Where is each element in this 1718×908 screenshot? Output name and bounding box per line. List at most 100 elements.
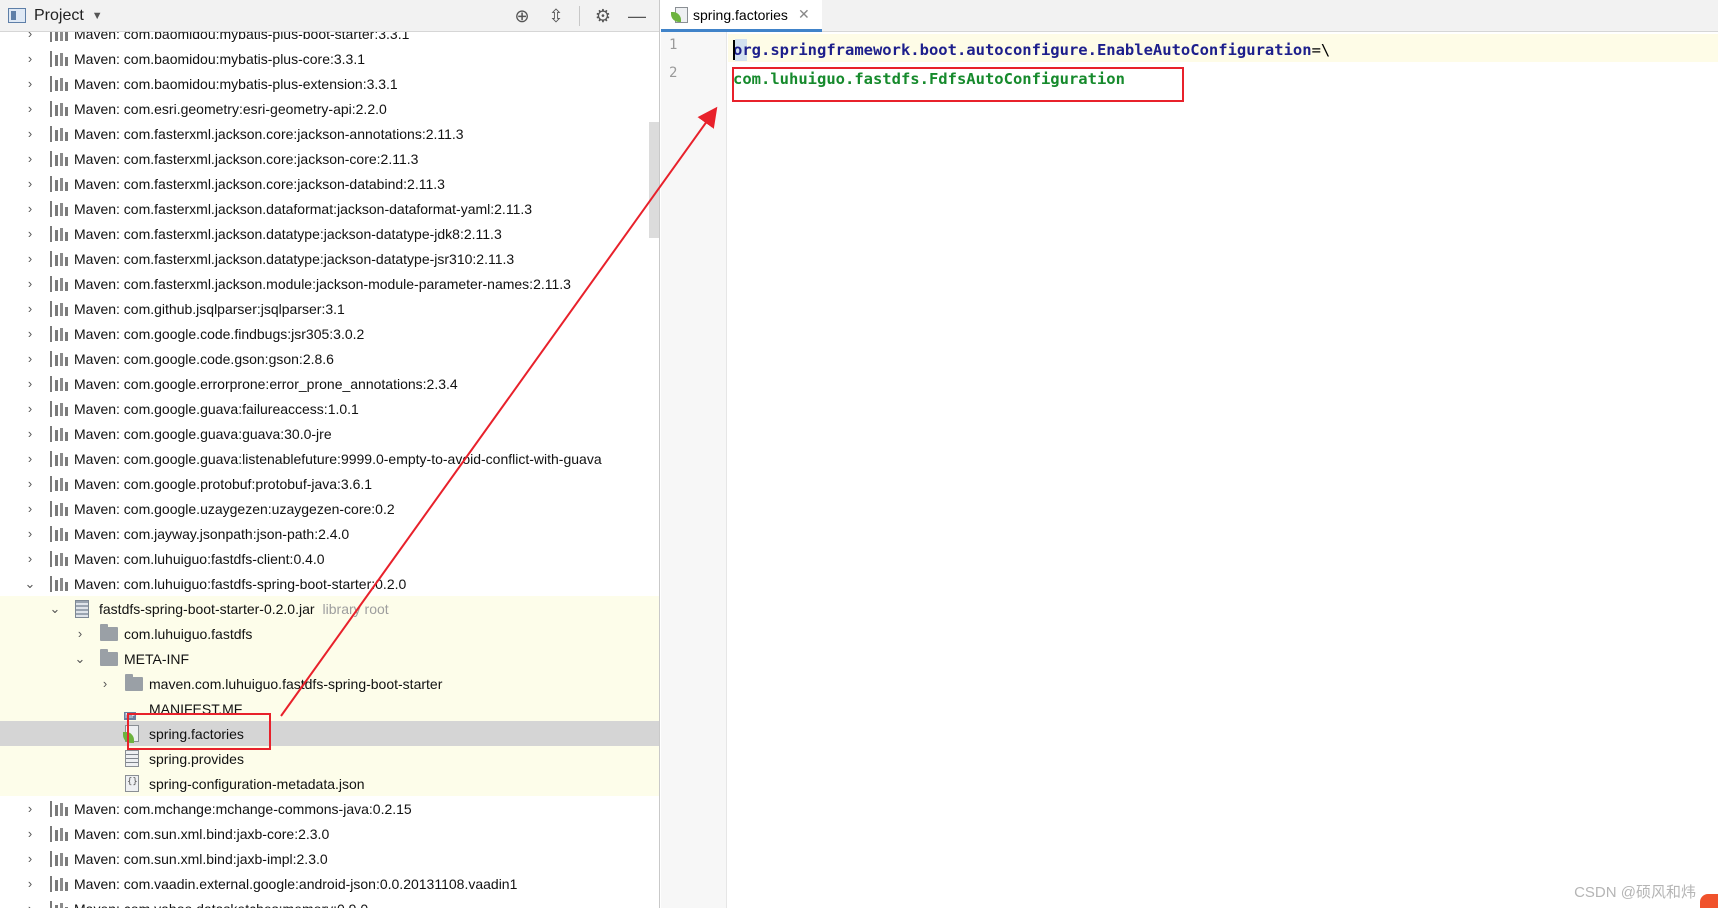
chevron-right-icon[interactable]: › <box>24 876 36 891</box>
tree-row-label: Maven: com.fasterxml.jackson.datatype:ja… <box>74 250 515 267</box>
chevron-right-icon[interactable]: › <box>24 326 36 341</box>
code-area[interactable] <box>728 32 1718 908</box>
tree-row[interactable]: › com.luhuiguo.fastdfs <box>0 621 659 646</box>
chevron-right-icon[interactable]: › <box>24 426 36 441</box>
library-icon <box>50 575 68 592</box>
property-key: org.springframework.boot.autoconfigure.E… <box>733 41 1312 59</box>
tree-row[interactable]: › Maven: com.jayway.jsonpath:json-path:2.… <box>0 521 659 546</box>
tree-row[interactable]: spring-configuration-metadata.json <box>0 771 659 796</box>
chevron-right-icon[interactable]: › <box>24 526 36 541</box>
tree-row[interactable]: MANIFEST.MF <box>0 696 659 721</box>
chevron-right-icon[interactable]: › <box>24 76 36 91</box>
tree-row[interactable]: › Maven: com.fasterxml.jackson.datatype:j… <box>0 221 659 246</box>
chevron-right-icon[interactable]: › <box>24 801 36 816</box>
tree-row[interactable]: › Maven: com.fasterxml.jackson.dataformat… <box>0 196 659 221</box>
tree-scrollbar-thumb[interactable] <box>649 122 659 238</box>
chevron-right-icon[interactable]: › <box>24 376 36 391</box>
chevron-right-icon[interactable]: › <box>24 301 36 316</box>
tree-row[interactable]: › Maven: com.google.guava:listenablefutur… <box>0 446 659 471</box>
tree-row[interactable]: › Maven: com.google.guava:failureaccess:1… <box>0 396 659 421</box>
library-icon <box>50 500 68 517</box>
tree-row[interactable]: › Maven: com.baomidou:mybatis-plus-extens… <box>0 71 659 96</box>
tree-row[interactable]: › Maven: com.fasterxml.jackson.datatype:j… <box>0 246 659 271</box>
project-view-selector[interactable]: Project <box>34 7 84 25</box>
tree-row[interactable]: › Maven: com.fasterxml.jackson.core:jacks… <box>0 121 659 146</box>
tree-row[interactable]: › Maven: com.google.code.gson:gson:2.8.6 <box>0 346 659 371</box>
chevron-down-icon[interactable]: ⌄ <box>24 576 36 591</box>
line-number-1: 1 <box>669 37 678 53</box>
line-number-2: 2 <box>669 65 678 81</box>
tree-row[interactable]: › Maven: com.luhuiguo:fastdfs-client:0.4.… <box>0 546 659 571</box>
tree-row[interactable]: › Maven: com.mchange:mchange-commons-java… <box>0 796 659 821</box>
hide-icon[interactable]: — <box>622 3 652 29</box>
chevron-right-icon[interactable]: › <box>24 351 36 366</box>
chevron-right-icon[interactable]: › <box>24 826 36 841</box>
chevron-right-icon[interactable]: › <box>24 176 36 191</box>
tree-row[interactable]: › Maven: com.fasterxml.jackson.core:jacks… <box>0 171 659 196</box>
chevron-right-icon[interactable]: › <box>99 676 111 691</box>
chevron-right-icon[interactable]: › <box>24 226 36 241</box>
tree-row[interactable]: › Maven: com.fasterxml.jackson.module:jac… <box>0 271 659 296</box>
tree-row[interactable]: › Maven: com.google.protobuf:protobuf-jav… <box>0 471 659 496</box>
chevron-down-icon[interactable]: ▼ <box>92 10 103 22</box>
chevron-right-icon[interactable]: › <box>24 851 36 866</box>
chevron-right-icon[interactable]: › <box>24 251 36 266</box>
tree-row[interactable]: › Maven: com.google.guava:guava:30.0-jre <box>0 421 659 446</box>
tab-spring-factories[interactable]: spring.factories ✕ <box>661 0 822 32</box>
chevron-right-icon[interactable]: › <box>24 201 36 216</box>
gear-icon[interactable]: ⚙ <box>588 3 618 29</box>
chevron-right-icon[interactable]: › <box>24 901 36 908</box>
tree-row[interactable]: › Maven: com.baomidou:mybatis-plus-boot-s… <box>0 32 659 46</box>
chevron-down-icon[interactable]: ⌄ <box>74 651 86 666</box>
close-icon[interactable]: ✕ <box>798 6 810 23</box>
library-icon <box>50 75 68 92</box>
locate-icon[interactable]: ⊕ <box>507 3 537 29</box>
tree-row[interactable]: › Maven: com.sun.xml.bind:jaxb-impl:2.3.0 <box>0 846 659 871</box>
chevron-right-icon[interactable]: › <box>24 151 36 166</box>
tree-row[interactable]: spring.factories <box>0 721 659 746</box>
library-icon <box>50 50 68 67</box>
tree-row[interactable]: › Maven: com.fasterxml.jackson.core:jacks… <box>0 146 659 171</box>
collapse-all-icon[interactable]: ⇳ <box>541 3 571 29</box>
tree-row[interactable]: › Maven: com.esri.geometry:esri-geometry-… <box>0 96 659 121</box>
library-icon <box>50 400 68 417</box>
chevron-right-icon[interactable]: › <box>24 51 36 66</box>
chevron-right-icon[interactable]: › <box>24 276 36 291</box>
tree-row-label: Maven: com.google.code.gson:gson:2.8.6 <box>74 350 334 367</box>
tree-row[interactable]: › Maven: com.github.jsqlparser:jsqlparser… <box>0 296 659 321</box>
chevron-right-icon[interactable]: › <box>74 626 86 641</box>
chevron-down-icon[interactable]: ⌄ <box>49 601 61 616</box>
tree-row[interactable]: › Maven: com.baomidou:mybatis-plus-core:3… <box>0 46 659 71</box>
code-line-1[interactable]: org.springframework.boot.autoconfigure.E… <box>733 41 1330 59</box>
chevron-right-icon[interactable]: › <box>24 126 36 141</box>
tree-row[interactable]: › Maven: com.google.errorprone:error_pron… <box>0 371 659 396</box>
tree-row[interactable]: › Maven: com.yahoo.datasketches:memory:0.… <box>0 896 659 908</box>
project-tree[interactable]: › Maven: com.baomidou:mybatis-plus-boot-s… <box>0 32 659 908</box>
chevron-right-icon[interactable]: › <box>24 551 36 566</box>
tree-row[interactable]: spring.provides <box>0 746 659 771</box>
tree-row[interactable]: › Maven: com.google.code.findbugs:jsr305:… <box>0 321 659 346</box>
tree-row[interactable]: ⌄ Maven: com.luhuiguo:fastdfs-spring-boot… <box>0 571 659 596</box>
corner-badge <box>1700 894 1718 908</box>
chevron-right-icon[interactable]: › <box>24 451 36 466</box>
tree-row[interactable]: › Maven: com.google.uzaygezen:uzaygezen-c… <box>0 496 659 521</box>
chevron-right-icon[interactable]: › <box>24 501 36 516</box>
chevron-right-icon[interactable]: › <box>24 476 36 491</box>
chevron-right-icon[interactable]: › <box>24 32 36 41</box>
library-root-hint: library root <box>322 600 389 617</box>
tree-row-label: Maven: com.google.guava:failureaccess:1.… <box>74 400 359 417</box>
chevron-right-icon[interactable]: › <box>24 101 36 116</box>
tree-row[interactable]: › maven.com.luhuiguo.fastdfs-spring-boot-… <box>0 671 659 696</box>
annotation-box-code <box>732 67 1184 102</box>
tree-row-label: spring-configuration-metadata.json <box>149 775 365 792</box>
tree-row[interactable]: ⌄ fastdfs-spring-boot-starter-0.2.0.jar li… <box>0 596 659 621</box>
tree-row[interactable]: › Maven: com.vaadin.external.google:andro… <box>0 871 659 896</box>
library-icon <box>50 225 68 242</box>
tree-row[interactable]: ⌄ META-INF <box>0 646 659 671</box>
library-icon <box>50 800 68 817</box>
spring-file-icon <box>123 725 139 743</box>
library-icon <box>50 32 68 42</box>
library-icon <box>50 100 68 117</box>
tree-row[interactable]: › Maven: com.sun.xml.bind:jaxb-core:2.3.0 <box>0 821 659 846</box>
chevron-right-icon[interactable]: › <box>24 401 36 416</box>
